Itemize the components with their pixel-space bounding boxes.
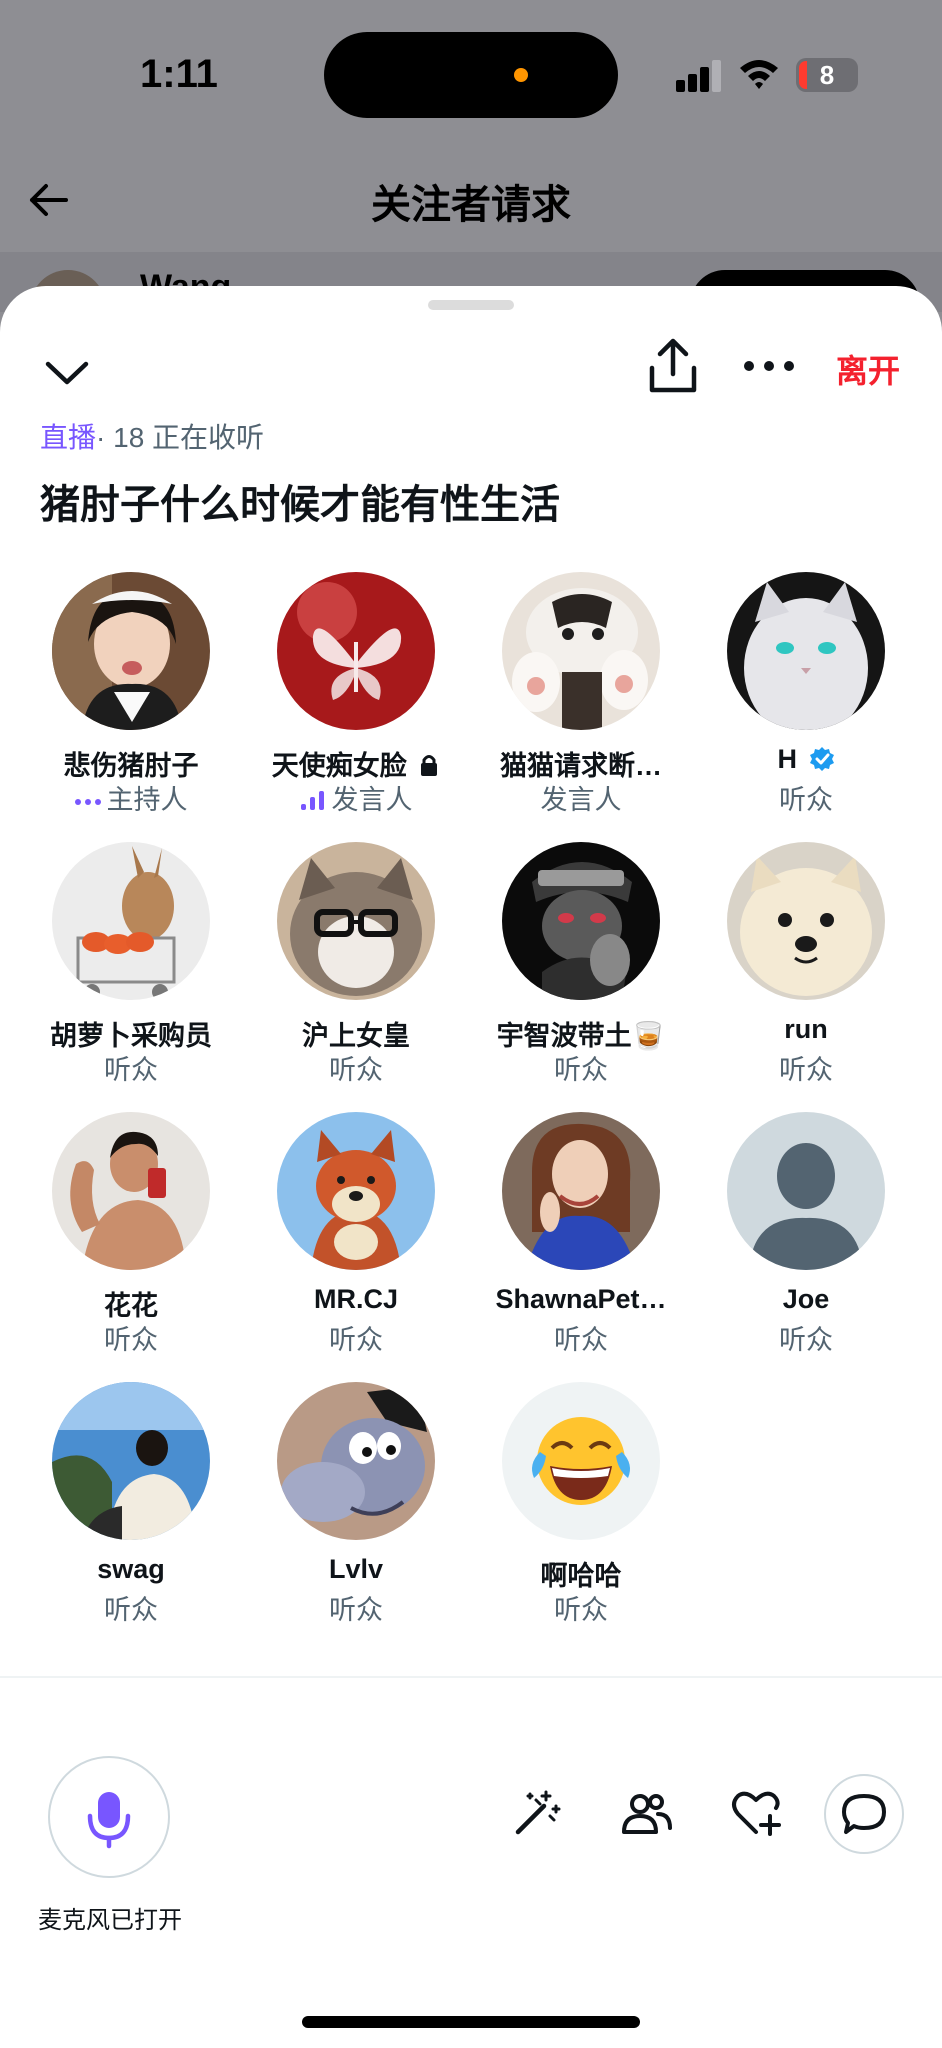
live-label: 直播 xyxy=(40,422,97,453)
participant-name: ShawnaPet… xyxy=(495,1284,667,1314)
speaking-bars-icon xyxy=(300,790,324,810)
participant-role: 发言人 xyxy=(540,785,622,815)
spaces-sheet: 离开 直播· 18 正在收听 猪肘子什么时候才能有性生活 悲伤猪肘子 主持人 天… xyxy=(0,286,942,2048)
microphone-status-label: 麦克风已打开 xyxy=(38,1907,182,1934)
participant-name: Joe xyxy=(782,1284,830,1314)
microphone-icon xyxy=(87,1792,131,1849)
participant-role: 听众 xyxy=(104,1595,158,1625)
microphone-button[interactable] xyxy=(48,1756,170,1878)
avatar xyxy=(277,572,435,730)
heart-plus-icon[interactable] xyxy=(728,1786,784,1842)
avatar xyxy=(52,572,210,730)
magic-wand-icon[interactable] xyxy=(508,1786,564,1842)
participant-name: run xyxy=(784,1014,828,1044)
background-header: 关注者请求 xyxy=(0,150,942,250)
battery-level: 8 xyxy=(819,60,835,90)
participant-role: 发言人 xyxy=(225,778,487,817)
avatar xyxy=(502,1112,660,1270)
verified-badge-icon xyxy=(809,747,834,771)
participant-name: H xyxy=(675,744,937,775)
leave-space-button[interactable]: 离开 xyxy=(836,346,900,392)
participant-role: 听众 xyxy=(104,1325,158,1355)
participant-name: swag xyxy=(97,1554,165,1584)
home-indicator[interactable] xyxy=(302,2016,640,2028)
avatar xyxy=(502,572,660,730)
recording-indicator-icon xyxy=(514,68,528,82)
dynamic-island xyxy=(324,32,618,118)
avatar xyxy=(727,572,885,730)
host-dots-icon xyxy=(74,798,101,805)
lock-icon xyxy=(421,755,438,776)
listener-count: · 18 正在收听 xyxy=(96,422,265,453)
avatar xyxy=(52,1382,210,1540)
avatar xyxy=(502,842,660,1000)
participant-role: 听众 xyxy=(329,1325,383,1355)
live-status: 直播· 18 正在收听 xyxy=(40,416,264,456)
participant-role: 听众 xyxy=(779,1325,833,1355)
participant-role: 听众 xyxy=(779,785,833,815)
participant-role: 听众 xyxy=(554,1055,608,1085)
avatar xyxy=(502,1382,660,1540)
people-icon[interactable] xyxy=(618,1786,674,1842)
avatar xyxy=(277,1382,435,1540)
participant-role: 主持人 xyxy=(0,778,262,817)
wifi-icon xyxy=(740,60,778,89)
comment-button[interactable] xyxy=(824,1774,904,1854)
footer-divider xyxy=(0,1676,942,1678)
participant-role: 听众 xyxy=(329,1595,383,1625)
participant-role: 听众 xyxy=(554,1595,608,1625)
participant-role: 听众 xyxy=(554,1325,608,1355)
avatar xyxy=(52,1112,210,1270)
cellular-signal-icon xyxy=(676,60,722,92)
battery-icon: 8 xyxy=(796,58,858,92)
background-page-title: 关注者请求 xyxy=(371,183,571,227)
more-options-icon[interactable] xyxy=(742,352,798,382)
participant-role: 听众 xyxy=(329,1055,383,1085)
space-title: 猪肘子什么时候才能有性生活 xyxy=(40,483,560,527)
avatar xyxy=(727,1112,885,1270)
avatar xyxy=(277,1112,435,1270)
participant-role: 听众 xyxy=(104,1055,158,1085)
avatar xyxy=(277,842,435,1000)
chat-bubble-icon xyxy=(842,1794,886,1834)
share-icon[interactable] xyxy=(646,336,700,396)
avatar xyxy=(52,842,210,1000)
participant-name: Lvlv xyxy=(328,1554,384,1584)
status-bar: 1:11 8 xyxy=(0,0,942,150)
avatar xyxy=(727,842,885,1000)
participant-role: 听众 xyxy=(779,1055,833,1085)
collapse-chevron-icon[interactable] xyxy=(40,346,94,400)
sheet-grabber[interactable] xyxy=(428,300,514,310)
participant-name: MR.CJ xyxy=(313,1284,398,1314)
status-time: 1:11 xyxy=(140,52,218,96)
